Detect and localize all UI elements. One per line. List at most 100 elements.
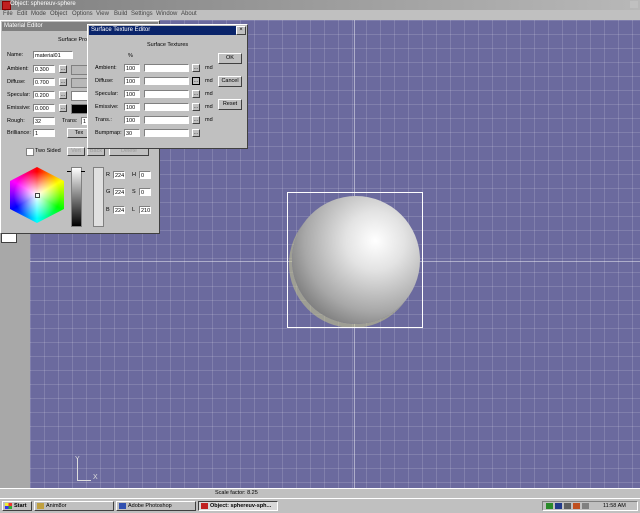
- window-close-icon[interactable]: [630, 1, 638, 8]
- diffuse-button[interactable]: ...: [59, 78, 67, 86]
- taskbar-item-label: Anim8or: [46, 503, 67, 509]
- tray-app-icon[interactable]: [573, 503, 580, 509]
- tex-bumpmap-file[interactable]: [144, 129, 189, 137]
- ambient-button[interactable]: ...: [59, 65, 67, 73]
- tex-trans-label: Trans.:: [95, 117, 112, 123]
- taskbar-item-photoshop[interactable]: Adobe Photoshop: [116, 501, 196, 511]
- menu-view[interactable]: View: [96, 11, 109, 17]
- tray-monitor-icon[interactable]: [564, 503, 571, 509]
- g-label: G: [106, 189, 111, 195]
- menu-file[interactable]: File: [3, 11, 13, 17]
- menu-window[interactable]: Window: [156, 11, 177, 17]
- anim8or-icon: [37, 503, 44, 509]
- r-field[interactable]: 224: [113, 171, 125, 179]
- emissive-field[interactable]: 0.000: [33, 104, 55, 112]
- tex-specular-browse-button[interactable]: ...: [192, 90, 200, 98]
- button-glyph: ...: [60, 105, 66, 111]
- menu-about[interactable]: About: [181, 11, 197, 17]
- cancel-button[interactable]: Cancel: [218, 76, 242, 87]
- tex-emissive-file[interactable]: [144, 103, 189, 111]
- menu-settings[interactable]: Settings: [131, 11, 153, 17]
- tex-ambient-label: Ambient:: [95, 65, 117, 71]
- s-label: S: [132, 189, 136, 195]
- tex-trans-md[interactable]: md: [205, 117, 213, 123]
- ambient-field[interactable]: 0.300: [33, 65, 55, 73]
- name-field[interactable]: material01: [33, 51, 73, 59]
- tex-specular-md[interactable]: md: [205, 91, 213, 97]
- tex-emissive-label: Emissive:: [95, 104, 119, 110]
- surface-prop-label: Surface Prop: [58, 37, 91, 43]
- s-field[interactable]: 0: [139, 188, 151, 196]
- taskbar-item-anim8or[interactable]: Anim8or: [34, 501, 114, 511]
- b-label: B: [106, 207, 110, 213]
- brightness-marker-right-icon[interactable]: [81, 171, 85, 172]
- specular-button[interactable]: ...: [59, 91, 67, 99]
- l-label: L: [132, 207, 136, 213]
- start-label: Start: [14, 503, 27, 509]
- tex-emissive-percent[interactable]: 100: [124, 103, 140, 111]
- clock: 11:58 AM: [603, 503, 626, 509]
- tex-diffuse-browse-button[interactable]: ...: [192, 77, 200, 85]
- menu-mode[interactable]: Mode: [31, 11, 46, 17]
- tex-specular-percent[interactable]: 100: [124, 90, 140, 98]
- diffuse-field[interactable]: 0.700: [33, 78, 55, 86]
- name-label: Name:: [7, 52, 24, 58]
- brilliance-field[interactable]: 1: [33, 129, 55, 137]
- axis-y-label: Y: [75, 456, 80, 463]
- tex-diffuse-percent[interactable]: 100: [124, 77, 140, 85]
- close-icon[interactable]: ×: [236, 26, 246, 35]
- brightness-marker-left-icon[interactable]: [67, 171, 71, 172]
- h-field[interactable]: 0: [139, 171, 151, 179]
- brightness-bar[interactable]: [71, 167, 82, 227]
- tray-check-icon[interactable]: [546, 503, 553, 509]
- l-field[interactable]: 210: [139, 206, 151, 214]
- tex-diffuse-md[interactable]: md: [205, 78, 213, 84]
- two-sided-label: Two Sided: [35, 148, 61, 154]
- b-field[interactable]: 224: [113, 206, 125, 214]
- vert-button[interactable]: Vert: [67, 147, 85, 156]
- two-sided-checkbox[interactable]: [26, 148, 34, 156]
- tex-ambient-browse-button[interactable]: ...: [192, 64, 200, 72]
- tex-ambient-md[interactable]: md: [205, 65, 213, 71]
- tex-trans-percent[interactable]: 100: [124, 116, 140, 124]
- trans-label: Trans:: [62, 118, 78, 124]
- menu-object[interactable]: Object: [50, 11, 67, 17]
- tex-diffuse-file[interactable]: [144, 77, 189, 85]
- surface-textures-heading: Surface Textures: [147, 42, 189, 48]
- emissive-button[interactable]: ...: [59, 104, 67, 112]
- tex-emissive-browse-button[interactable]: ...: [192, 103, 200, 111]
- object-window-icon: [201, 503, 208, 509]
- g-field[interactable]: 224: [113, 188, 125, 196]
- app-title: Object: sphereuv-sphere: [10, 1, 76, 7]
- tex-ambient-percent[interactable]: 100: [124, 64, 140, 72]
- specular-field[interactable]: 0.200: [33, 91, 55, 99]
- tray-network-icon[interactable]: [555, 503, 562, 509]
- menu-edit[interactable]: Edit: [17, 11, 27, 17]
- start-button[interactable]: Start: [2, 501, 32, 511]
- tex-trans-browse-button[interactable]: ...: [192, 116, 200, 124]
- menu-build[interactable]: Build: [114, 11, 127, 17]
- windows-logo-icon: [5, 503, 12, 509]
- brilliance-label: Brilliance:: [7, 130, 31, 136]
- surface-texture-editor-window: Surface Texture Editor × Surface Texture…: [87, 24, 248, 149]
- r-label: R: [106, 172, 110, 178]
- button-glyph: ...: [60, 92, 66, 98]
- tray-speaker-icon[interactable]: [582, 503, 589, 509]
- photoshop-icon: [119, 503, 126, 509]
- tex-bumpmap-browse-button[interactable]: ...: [192, 129, 200, 137]
- color-picker-crosshair-icon[interactable]: [35, 193, 40, 198]
- rough-field[interactable]: 32: [33, 117, 55, 125]
- tex-specular-file[interactable]: [144, 90, 189, 98]
- emissive-label: Emissive:: [7, 105, 31, 111]
- reset-button[interactable]: Reset: [218, 99, 242, 110]
- tex-ambient-file[interactable]: [144, 64, 189, 72]
- tex-trans-file[interactable]: [144, 116, 189, 124]
- ok-button[interactable]: OK: [218, 53, 242, 64]
- h-label: H: [132, 172, 136, 178]
- axis-gizmo-x-line: [77, 480, 91, 481]
- menu-options[interactable]: Options: [72, 11, 93, 17]
- taskbar-item-object-window[interactable]: Object: sphereuv-sph...: [198, 501, 278, 511]
- tex-bumpmap-percent[interactable]: 30: [124, 129, 140, 137]
- tex-diffuse-label: Diffuse:: [95, 78, 114, 84]
- tex-emissive-md[interactable]: md: [205, 104, 213, 110]
